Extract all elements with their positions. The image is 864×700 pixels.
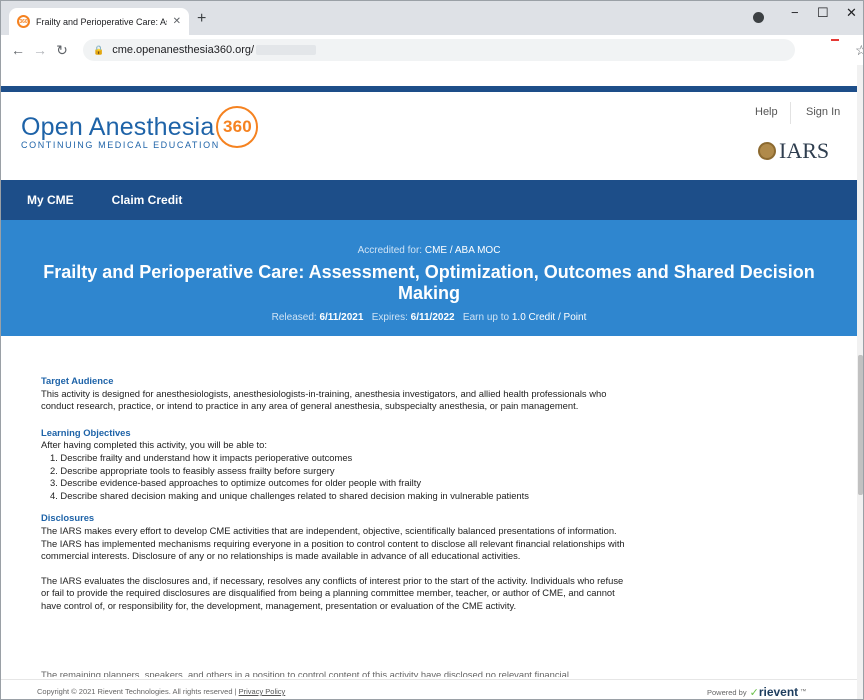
tab-strip: 360 Frailty and Perioperative Care: As ✕… bbox=[1, 1, 863, 35]
privacy-policy-link[interactable]: Privacy Policy bbox=[239, 687, 286, 696]
favicon-icon: 360 bbox=[17, 15, 30, 28]
sign-in-link[interactable]: Sign In bbox=[806, 106, 840, 118]
minimize-icon[interactable]: − bbox=[791, 5, 799, 20]
back-icon[interactable]: ← bbox=[7, 42, 29, 58]
disclosures-paragraph-3: The remaining planners, speakers, and ot… bbox=[41, 669, 569, 677]
rievent-brand[interactable]: rievent bbox=[759, 685, 798, 699]
scrollbar[interactable] bbox=[857, 65, 863, 699]
accreditation-line: Accredited for: CME / ABA MOC bbox=[1, 245, 857, 256]
lock-icon: 🔒 bbox=[93, 44, 105, 55]
main-nav: My CME Claim Credit bbox=[1, 180, 857, 220]
released-value: 6/11/2021 bbox=[319, 312, 364, 323]
browser-toolbar: ← → ↻ 🔒 cme.openanesthesia360.org/ ☆ bbox=[1, 35, 863, 65]
address-bar[interactable]: 🔒 cme.openanesthesia360.org/ ☆ bbox=[83, 39, 863, 61]
close-icon[interactable]: ✕ bbox=[173, 16, 181, 27]
page-viewport: Open Anesthesia 360 CONTINUING MEDICAL E… bbox=[1, 65, 857, 699]
tab-title: Frailty and Perioperative Care: As bbox=[36, 16, 167, 27]
powered-by: Powered by ✓ rievent ™ bbox=[707, 685, 806, 699]
extension-indicator bbox=[831, 39, 839, 41]
trademark: ™ bbox=[800, 689, 807, 695]
activity-content: Target Audience This activity is designe… bbox=[41, 375, 631, 613]
url-redacted bbox=[256, 45, 317, 55]
learning-objectives-title: Learning Objectives bbox=[41, 426, 131, 438]
expires-value: 6/11/2022 bbox=[410, 312, 455, 323]
forward-icon[interactable]: → bbox=[29, 42, 51, 58]
iars-text: IARS bbox=[779, 138, 830, 163]
target-audience-text: This activity is designed for anesthesio… bbox=[41, 387, 607, 412]
nav-claim-credit[interactable]: Claim Credit bbox=[112, 193, 183, 207]
seal-icon bbox=[758, 142, 776, 160]
browser-tab[interactable]: 360 Frailty and Perioperative Care: As ✕ bbox=[9, 8, 189, 35]
expires-label: Expires: bbox=[371, 312, 408, 323]
plus-icon[interactable]: + bbox=[197, 10, 206, 28]
reload-icon[interactable]: ↻ bbox=[51, 42, 73, 59]
maximize-icon[interactable]: ☐ bbox=[817, 5, 829, 21]
scroll-thumb[interactable] bbox=[858, 355, 863, 495]
activity-title: Frailty and Perioperative Care: Assessme… bbox=[43, 262, 815, 303]
window-close-icon[interactable]: ✕ bbox=[846, 5, 857, 21]
help-link[interactable]: Help bbox=[755, 106, 778, 118]
disclosures-title: Disclosures bbox=[41, 512, 95, 524]
openanesthesia-logo[interactable]: Open Anesthesia 360 CONTINUING MEDICAL E… bbox=[21, 106, 259, 150]
activity-hero: Accredited for: CME / ABA MOC Frailty an… bbox=[1, 220, 857, 336]
accredited-label: Accredited for: bbox=[357, 245, 423, 256]
browser-window: 360 Frailty and Perioperative Care: As ✕… bbox=[0, 0, 864, 700]
list-item: 3. Describe evidence-based approaches to… bbox=[50, 477, 422, 489]
star-icon[interactable]: ☆ bbox=[855, 42, 863, 59]
divider bbox=[790, 102, 791, 124]
released-label: Released: bbox=[271, 312, 317, 323]
page-footer: Copyright © 2021 Rievent Technologies. A… bbox=[1, 679, 857, 699]
activity-meta: Released: 6/11/2021 Expires: 6/11/2022 E… bbox=[1, 312, 857, 323]
list-item: 1. Describe frailty and understand how i… bbox=[50, 451, 353, 463]
accredited-value: CME / ABA MOC bbox=[424, 245, 501, 256]
disclosures-paragraph-1: The IARS makes every effort to develop C… bbox=[41, 524, 625, 562]
list-item: 2. Describe appropriate tools to feasibl… bbox=[50, 464, 335, 476]
list-item: 4. Describe shared decision making and u… bbox=[50, 489, 529, 501]
checkmark-icon: ✓ bbox=[749, 686, 759, 699]
iars-logo: IARS bbox=[758, 138, 829, 164]
profile-icon[interactable] bbox=[753, 12, 764, 23]
powered-by-text: Powered by bbox=[707, 687, 747, 697]
copyright: Copyright © 2021 Rievent Technologies. A… bbox=[37, 687, 285, 696]
objectives-list: 1. Describe frailty and understand how i… bbox=[50, 452, 631, 502]
nav-my-cme[interactable]: My CME bbox=[27, 193, 74, 207]
target-audience-title: Target Audience bbox=[41, 375, 114, 386]
logo-text: Open Anesthesia bbox=[21, 112, 215, 141]
earn-value: 1.0 Credit / Point bbox=[511, 312, 587, 323]
copyright-text: Copyright © 2021 Rievent Technologies. A… bbox=[37, 687, 237, 696]
earn-label: Earn up to bbox=[462, 312, 510, 323]
objectives-intro: After having completed this activity, yo… bbox=[41, 439, 267, 451]
disclosures-paragraph-2: The IARS evaluates the disclosures and, … bbox=[41, 574, 624, 611]
site-header: Open Anesthesia 360 CONTINUING MEDICAL E… bbox=[1, 92, 857, 180]
url-text: cme.openanesthesia360.org/ bbox=[112, 44, 255, 56]
